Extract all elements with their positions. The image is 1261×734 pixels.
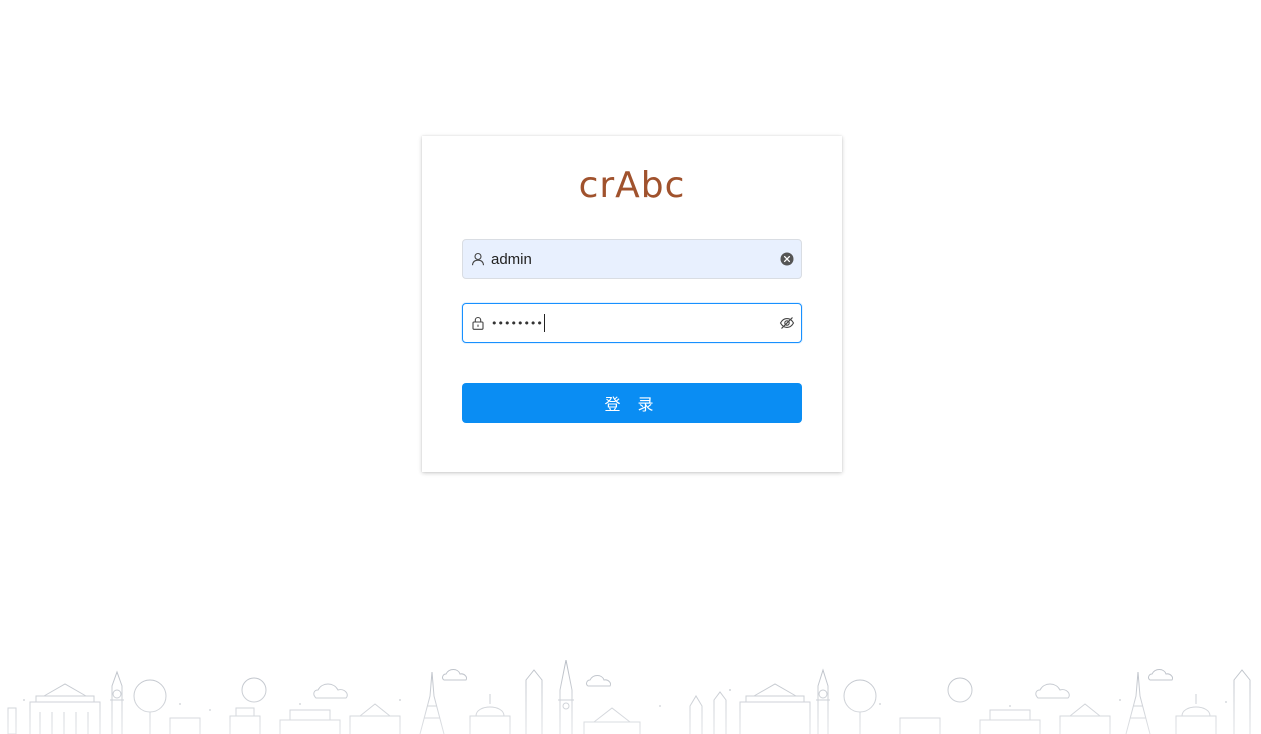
eye-invisible-icon[interactable] bbox=[779, 315, 795, 331]
password-input[interactable]: •••••••• bbox=[491, 305, 779, 341]
clear-icon[interactable] bbox=[779, 251, 795, 267]
text-caret bbox=[543, 314, 545, 332]
password-field[interactable]: •••••••• bbox=[462, 303, 802, 343]
user-icon bbox=[471, 252, 485, 266]
password-masked-value: •••••••• bbox=[491, 316, 543, 330]
brand-logo: crAbc bbox=[578, 165, 686, 206]
city-skyline-illustration bbox=[0, 660, 1261, 734]
login-card: crAbc admin •••••••• 登 录 bbox=[422, 136, 842, 472]
login-button[interactable]: 登 录 bbox=[462, 383, 802, 423]
username-field[interactable] bbox=[462, 239, 802, 279]
lock-icon bbox=[471, 316, 485, 330]
username-input[interactable] bbox=[491, 241, 779, 277]
login-page: crAbc admin •••••••• 登 录 bbox=[0, 0, 1261, 734]
